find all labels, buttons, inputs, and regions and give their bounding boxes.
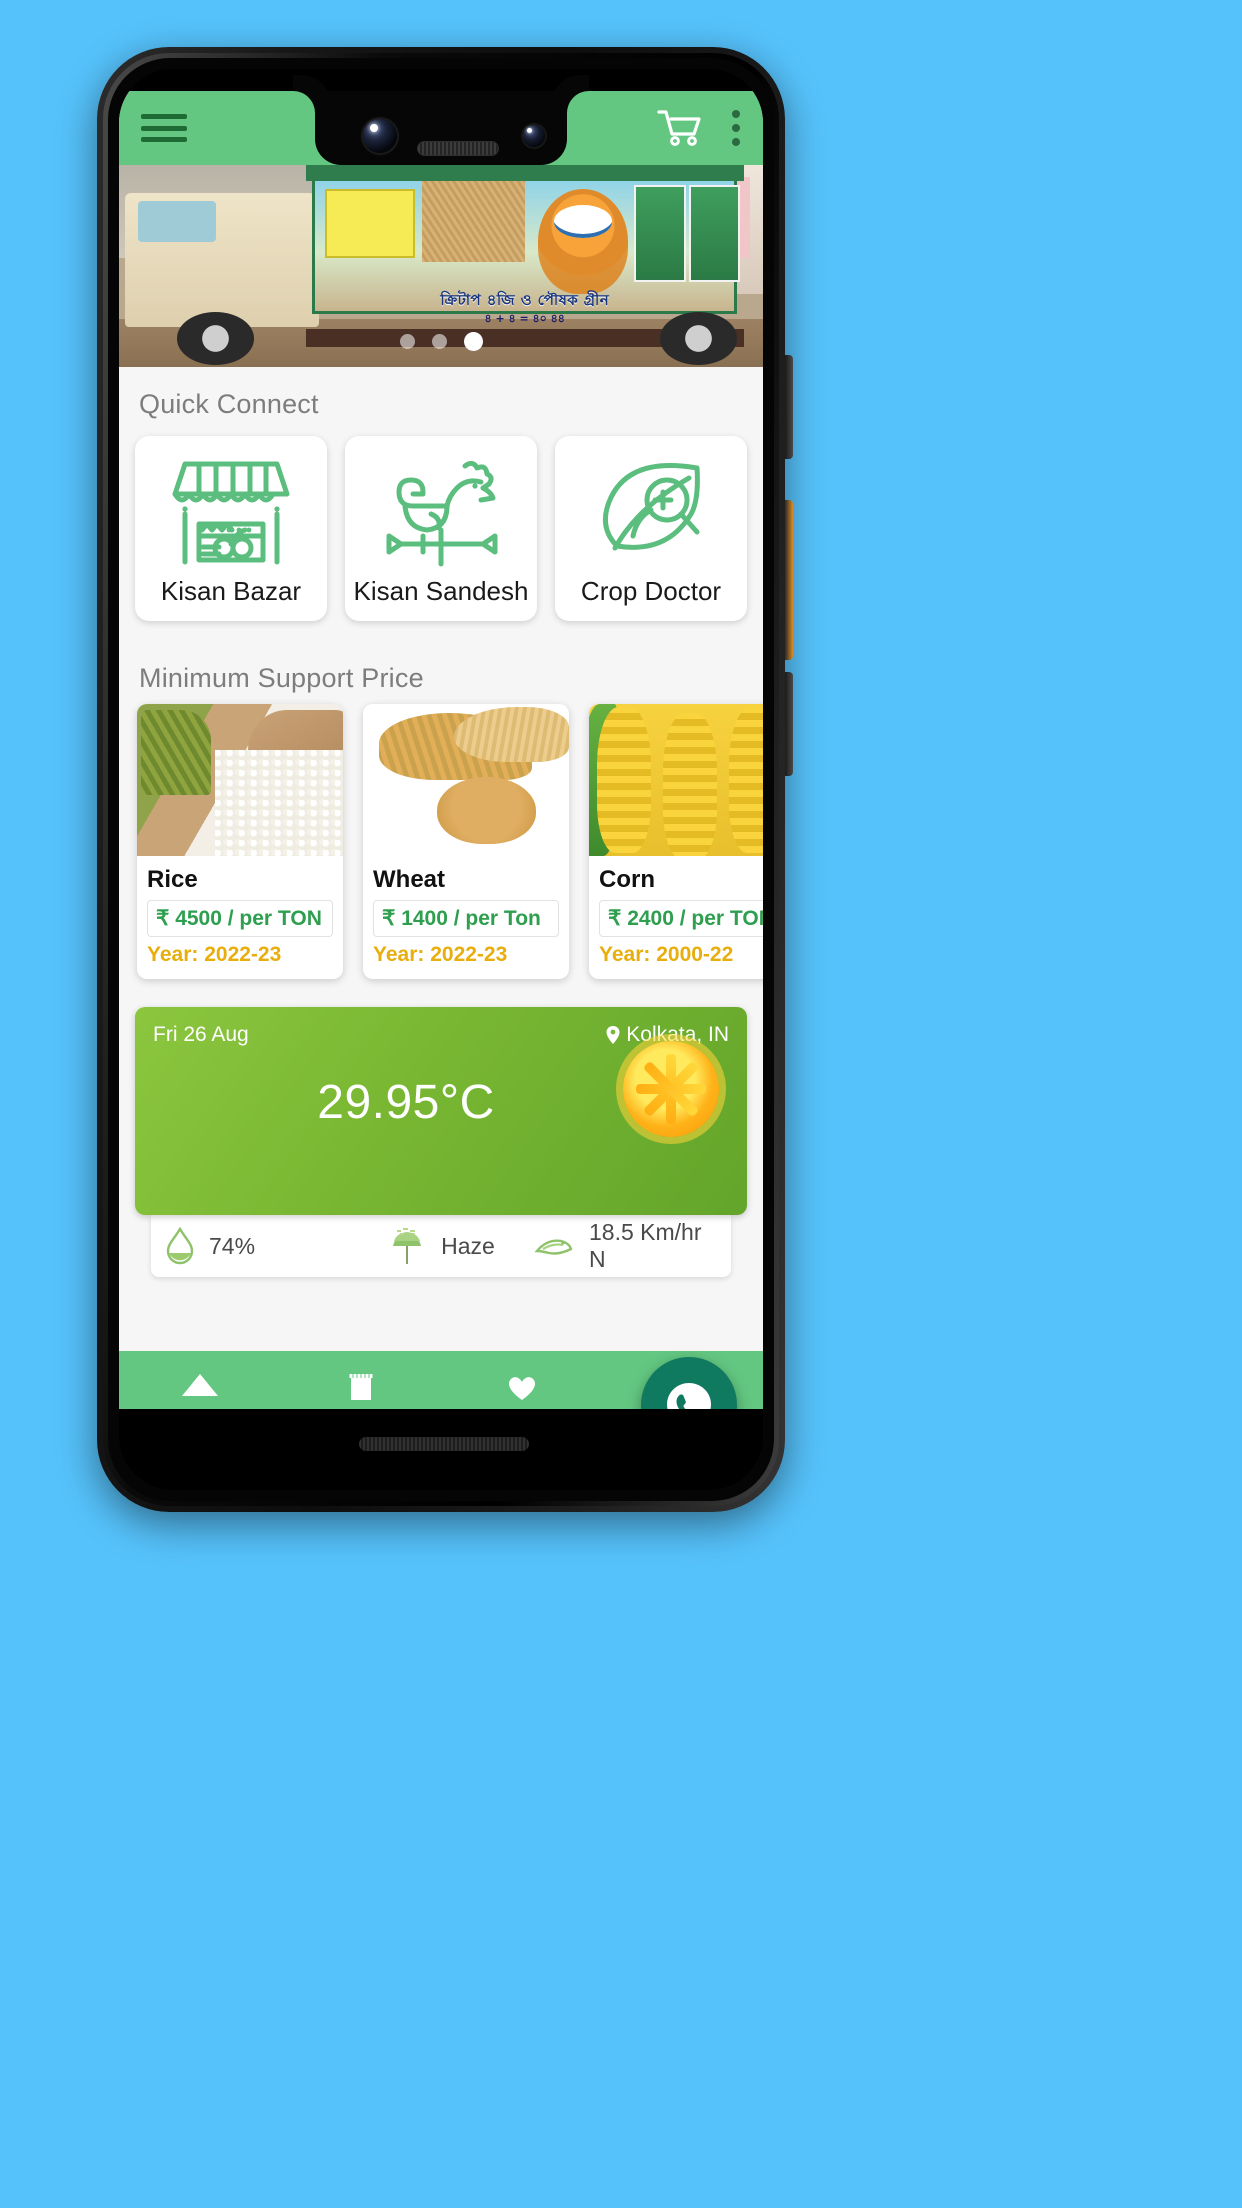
phone-screen-bezel: ক্রিটাপ ৪জি ও পৌষক গ্রীন ৪ + ৪ = ৪০ ৪৪ Q… [119, 69, 763, 1490]
msp-crop-price: ₹ 2400 / per TON [599, 900, 763, 937]
rooster-weathervane-icon [379, 452, 503, 570]
weather-card[interactable]: Fri 26 Aug Kolkata, IN 29.95°C [135, 1007, 747, 1215]
weather-wind: 18.5 Km/hr N [533, 1219, 717, 1273]
leaf-magnifier-icon [589, 452, 713, 570]
msp-crop-year: Year: 2022-23 [147, 943, 282, 966]
whatsapp-icon [661, 1377, 717, 1409]
weather-date: Fri 26 Aug [153, 1023, 249, 1046]
quick-connect-row: Kisan Bazar Kisan Sandesh Crop Doctor [119, 420, 763, 641]
msp-card-corn[interactable]: Corn ₹ 2400 / per TON Year: 2000-22 [589, 704, 763, 979]
quick-connect-card-kisan-bazar[interactable]: Kisan Bazar [135, 436, 327, 621]
msp-crop-price: ₹ 4500 / per TON [147, 900, 333, 937]
rice-grain-photo [137, 704, 343, 856]
map-pin-icon [605, 1025, 621, 1045]
wheat-ear-photo [363, 704, 569, 856]
quick-connect-card-kisan-sandesh[interactable]: Kisan Sandesh [345, 436, 537, 621]
banner-subline: ৪ + ৪ = ৪০ ৪৪ [484, 311, 565, 325]
carousel-dot-1[interactable] [399, 334, 415, 349]
msp-crop-year: Year: 2022-23 [373, 943, 508, 966]
quick-connect-label: Crop Doctor [580, 576, 722, 606]
water-drop-icon [165, 1227, 195, 1265]
weather-humidity: 74% [165, 1227, 349, 1265]
bottom-speaker-grille [359, 1437, 529, 1451]
msp-crop-year: Year: 2000-22 [599, 943, 734, 966]
msp-card-rice[interactable]: Rice ₹ 4500 / per TON Year: 2022-23 [137, 704, 343, 979]
weather-condition-text: Haze [441, 1232, 495, 1259]
msp-card-body: Rice ₹ 4500 / per TON Year: 2022-23 [137, 856, 343, 979]
weather-wind-value: 18.5 Km/hr N [589, 1219, 702, 1272]
earpiece-speaker [417, 141, 499, 156]
weather-stats-row: 74% Haze 18.5 Km/hr N [151, 1215, 731, 1277]
more-vertical-icon[interactable] [731, 108, 741, 148]
heart-icon[interactable] [499, 1360, 545, 1400]
front-camera-wide-icon [523, 125, 545, 147]
phone-power-button[interactable] [785, 500, 793, 660]
phone-side-button-top[interactable] [785, 355, 793, 459]
quick-connect-label: Kisan Sandesh [353, 576, 529, 606]
news-icon[interactable] [338, 1360, 384, 1400]
carousel-dots [119, 332, 763, 351]
sun-icon [623, 1041, 719, 1137]
carousel-dot-2[interactable] [431, 334, 447, 349]
msp-title: Minimum Support Price [139, 663, 424, 693]
quick-connect-card-crop-doctor[interactable]: Crop Doctor [555, 436, 747, 621]
promo-carousel[interactable]: ক্রিটাপ ৪জি ও পৌষক গ্রীন ৪ + ৪ = ৪০ ৪৪ [119, 165, 763, 367]
wind-icon [533, 1231, 575, 1261]
app-screen: ক্রিটাপ ৪জি ও পৌষক গ্রীন ৪ + ৪ = ৪০ ৪৪ Q… [119, 91, 763, 1409]
msp-crop-name: Rice [147, 866, 198, 893]
msp-card-body: Corn ₹ 2400 / per TON Year: 2000-22 [589, 856, 763, 979]
weather-section: Fri 26 Aug Kolkata, IN 29.95°C 74% Haze … [119, 997, 763, 1409]
msp-crop-name: Corn [599, 866, 655, 893]
app-bar-actions [657, 108, 741, 148]
carousel-dot-3-active[interactable] [463, 332, 483, 351]
quick-connect-title: Quick Connect [139, 389, 319, 419]
tree-haze-icon [387, 1226, 427, 1266]
msp-crop-name: Wheat [373, 866, 445, 893]
msp-row[interactable]: Rice ₹ 4500 / per TON Year: 2022-23 Whea… [119, 694, 763, 997]
msp-crop-price: ₹ 1400 / per Ton [373, 900, 559, 937]
market-stall-icon [169, 452, 293, 570]
hamburger-menu-icon[interactable] [141, 111, 187, 145]
msp-card-wheat[interactable]: Wheat ₹ 1400 / per Ton Year: 2022-23 [363, 704, 569, 979]
phone-side-button-bottom[interactable] [785, 672, 793, 776]
front-camera-main-icon [363, 119, 397, 153]
weather-condition: Haze [349, 1226, 533, 1266]
shopping-cart-icon[interactable] [657, 108, 705, 148]
weather-humidity-value: 74% [209, 1232, 256, 1259]
quick-connect-label: Kisan Bazar [160, 576, 302, 606]
screenshot-root: ক্রিটাপ ৪জি ও পৌষক গ্রীন ৪ + ৪ = ৪০ ৪৪ Q… [0, 0, 1242, 2208]
home-icon[interactable] [177, 1360, 223, 1400]
corn-cob-photo [589, 704, 763, 856]
msp-card-body: Wheat ₹ 1400 / per Ton Year: 2022-23 [363, 856, 569, 979]
